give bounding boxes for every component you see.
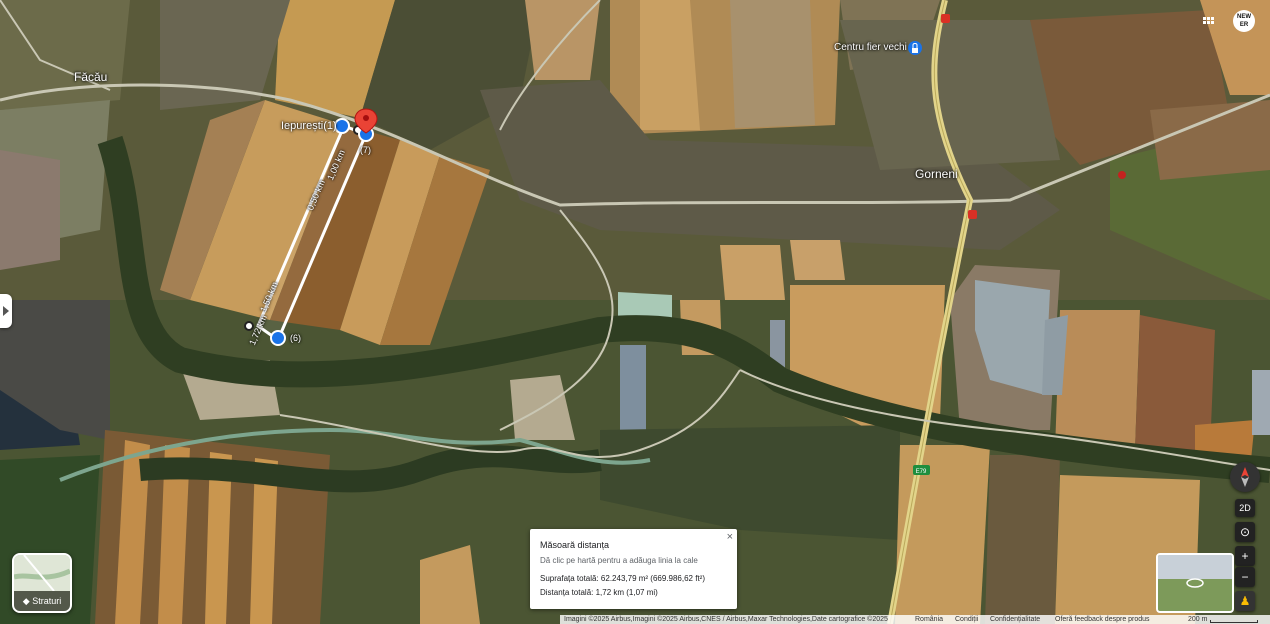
footer-privacy-link[interactable]: Confidențialitate <box>990 615 1040 624</box>
map-footer: Imagini ©2025 Airbus,Imagini ©2025 Airbu… <box>560 615 1270 624</box>
logo-line1: NEW <box>1237 14 1251 20</box>
rotate-360-icon <box>1186 578 1204 588</box>
locate-icon: ⊙ <box>1239 525 1251 539</box>
road-shield-top <box>941 14 950 23</box>
view-2d-button[interactable]: 2D <box>1235 499 1255 517</box>
chevron-right-icon <box>3 306 9 316</box>
place-label-facau[interactable]: Făcău <box>74 70 107 84</box>
imagery-attribution: Imagini ©2025 Airbus,Imagini ©2025 Airbu… <box>564 616 888 623</box>
road-shield-mid <box>968 210 977 219</box>
my-location-button[interactable]: ⊙ <box>1235 522 1255 542</box>
zoom-out-button[interactable]: − <box>1235 567 1255 587</box>
place-label-iepuresti[interactable]: Iepurești(1) <box>281 120 337 132</box>
road-shield-e79-label: E79 <box>916 469 927 475</box>
layers-button[interactable]: ◆ Straturi <box>12 553 72 613</box>
street-view-thumbnail[interactable] <box>1156 553 1234 613</box>
measure-count-7: (7) <box>360 145 371 155</box>
side-panel-toggle[interactable] <box>0 294 12 328</box>
footer-feedback-link[interactable]: Oferă feedback despre produs <box>1055 615 1150 624</box>
close-icon[interactable]: × <box>727 531 733 543</box>
measure-panel-area: Suprafața totală: 62.243,79 m² (669.986,… <box>540 574 705 583</box>
measure-count-6: (6) <box>290 333 301 343</box>
measure-distance-panel: Măsoară distanța × Dă clic pe hartă pent… <box>530 529 737 609</box>
scale-bar <box>1210 620 1258 623</box>
compass-button[interactable] <box>1230 462 1260 492</box>
scale-label[interactable]: 200 m <box>1188 615 1207 624</box>
poi-label-centru-fier-vechi[interactable]: Centru fier vechi <box>834 42 907 53</box>
layers-thumbnail <box>14 555 70 592</box>
measure-panel-title: Măsoară distanța <box>540 540 610 550</box>
footer-country[interactable]: România <box>915 615 943 624</box>
compass-icon <box>1241 467 1249 487</box>
layers-label: ◆ Straturi <box>14 591 70 611</box>
place-label-gorneni[interactable]: Gorneni <box>915 167 958 181</box>
pegman-button[interactable]: ♟ <box>1235 591 1255 611</box>
pegman-icon: ♟ <box>1239 594 1251 608</box>
logo-line2: ER <box>1239 22 1249 28</box>
marker-iepuresti <box>334 118 350 134</box>
measure-panel-hint: Dă clic pe hartă pentru a adăuga linia l… <box>540 556 698 565</box>
layers-icon: ◆ <box>22 596 33 606</box>
zoom-in-button[interactable]: + <box>1235 546 1255 566</box>
measure-panel-distance: Distanța totală: 1,72 km (1,07 mi) <box>540 588 658 597</box>
footer-terms-link[interactable]: Condiții <box>955 615 978 624</box>
marker-route-6 <box>270 330 286 346</box>
profile-avatar[interactable]: NEW ER <box>1233 10 1255 32</box>
